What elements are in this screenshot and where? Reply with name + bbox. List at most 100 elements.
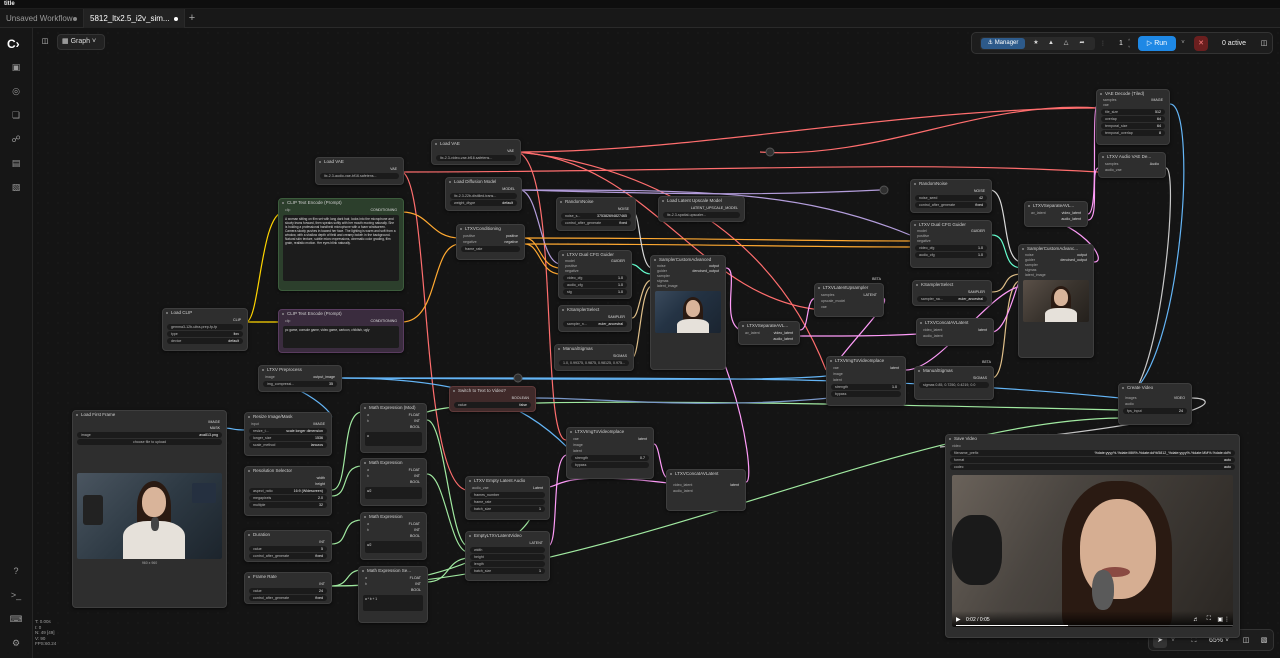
strength-widget[interactable]: strength 0.7 [571, 455, 649, 461]
video-seek-bar[interactable] [956, 625, 1233, 626]
node-load-clip[interactable]: Load CLIP CLIP gemma3-12b-ultra-prep-fp-… [162, 308, 248, 351]
unet-name-select[interactable]: ltx-2.3-22b-distilled-trans... [450, 193, 517, 199]
right-panel-toggle-icon[interactable]: ◫ [1258, 36, 1270, 51]
expression-input[interactable]: a/2 [365, 487, 422, 499]
flask-icon[interactable]: ▲ [1045, 38, 1057, 49]
expression-input[interactable]: a/2 [365, 541, 422, 553]
graph-mode-dropdown[interactable]: ▦ Graph ˅ [57, 34, 105, 50]
node-math-expression[interactable]: Math Expression (Mod) a FLOAT b INT BOOL a [360, 403, 427, 453]
link-visibility-icon[interactable]: ▧ [1257, 634, 1271, 648]
clip-device-select[interactable]: device default [167, 338, 243, 344]
new-tab-button[interactable]: + [185, 9, 199, 28]
boolean-toggle[interactable]: value false [454, 402, 531, 408]
scale-method-select[interactable]: scale_method lanczos [249, 442, 327, 448]
run-options-chevron-icon[interactable]: ˅ [1178, 36, 1188, 51]
node-separate-av-latent-2[interactable]: LTXVSeparateAVL... av_latent video_latent… [1024, 201, 1088, 227]
nodes-library-icon[interactable]: ❏ [9, 108, 23, 122]
models-icon[interactable]: ◎ [9, 84, 23, 98]
node-empty-ltxv-latent-video[interactable]: EmptyLTXVLatentVideo LATENT width height… [465, 531, 550, 581]
node-concat-av-latent-2[interactable]: LTXVConcatAVLatent video_latent latent au… [916, 318, 994, 346]
noise-seed-widget[interactable]: noise_s... 375382694827465 [561, 213, 631, 219]
vae-name-select[interactable]: ltx-2.3-audio-vae-bf16.safetens... [320, 173, 399, 179]
weight-dtype-select[interactable]: weight_dtype default [450, 200, 517, 206]
flask-off-icon[interactable]: △ [1060, 38, 1072, 49]
keyboard-icon[interactable]: ⌨ [9, 612, 23, 626]
node-dual-cfg-guider-2[interactable]: LTXV Dual CFG Guider model GUIDER positiv… [910, 220, 992, 268]
images-icon[interactable]: ▣ [9, 60, 23, 74]
node-math-expression[interactable]: Math Expression Se... a FLOAT b INT BOOL a… [358, 566, 428, 623]
expression-input[interactable]: a * b + 1 [363, 595, 423, 611]
comfy-logo-icon[interactable]: C› [7, 37, 27, 51]
node-load-image[interactable]: Load First Frame IMAGE MASK image ava813.… [72, 410, 227, 608]
img-compression-widget[interactable]: img_compressi... 35 [263, 381, 337, 387]
control-after-generate-select[interactable]: control_after_generate fixed [561, 220, 631, 226]
settings-gear-icon[interactable]: ⚙ [9, 636, 23, 650]
megapixels-widget[interactable]: megapixels 2.0 [249, 495, 327, 501]
bypass-toggle[interactable]: bypass [571, 462, 649, 468]
workflows-icon[interactable]: ☍ [9, 132, 23, 146]
video-cfg-widget[interactable]: video_cfg 1.0 [915, 245, 987, 251]
cancel-run-button[interactable]: ✕ [1194, 36, 1208, 51]
node-img-to-video-inplace-2[interactable]: LTXVImgToVideoInplace vae latent image la… [826, 356, 906, 406]
node-clip-text-encode-positive[interactable]: CLIP Text Encode (Prompt) clip CONDITIONI… [278, 198, 404, 291]
expression-input[interactable]: a [365, 432, 422, 446]
tile-size-widget[interactable]: tile_size 512 [1101, 109, 1165, 115]
minimap-icon[interactable]: ◫ [1239, 634, 1253, 648]
upscale-model-select[interactable]: ltx-2.3-spatial-upscaler... [663, 212, 740, 218]
node-img-to-video-inplace[interactable]: LTXVImgToVideoInplace vae latent image la… [566, 427, 654, 479]
longer-size-widget[interactable]: longer_size 1536 [249, 435, 327, 441]
sigmas-input[interactable]: sigmas 0.85, 0.7250, 0.4219, 0.0 [919, 382, 989, 388]
queue-count-input[interactable]: 1 [1114, 37, 1128, 50]
height-widget[interactable]: height [470, 554, 545, 560]
node-frame-rate[interactable]: Frame Rate INT value 24 control_after_gen… [244, 572, 332, 604]
run-button[interactable]: ▷ Run [1138, 36, 1176, 51]
frame-rate-widget[interactable]: frame_rate [461, 246, 520, 252]
node-random-noise-2[interactable]: RandomNoise NOISE noise_seed 42 control_a… [910, 179, 992, 213]
manager-button[interactable]: ⚓ Manager [981, 38, 1025, 49]
more-options-icon[interactable]: ⋮ [1224, 616, 1230, 623]
batch-size-widget[interactable]: batch_size 1 [470, 506, 545, 512]
fps-input-widget[interactable]: fps_input 24 [1123, 408, 1187, 414]
width-widget[interactable]: width [470, 547, 545, 553]
node-random-noise[interactable]: RandomNoise NOISE noise_s... 37538269482… [556, 197, 636, 231]
clip-name-select[interactable]: gemma3-12b-ultra-prep-fp-fp [167, 324, 243, 330]
node-ksampler-select-2[interactable]: KSamplerSelect SAMPLER sampler_na... eule… [912, 280, 992, 306]
multiple-widget[interactable]: multiple 32 [249, 502, 327, 508]
prompt-textarea[interactable]: pc game, console game, video game, carto… [283, 326, 399, 348]
panel-toggle-icon[interactable]: ◫ [37, 35, 53, 51]
node-save-video[interactable]: Save Video video filename_prefix %date:yy… [945, 434, 1240, 638]
node-dual-cfg-guider[interactable]: LTXV Dual CFG Guider model GUIDER positiv… [558, 250, 632, 299]
node-latent-upsampler[interactable]: LTXVLatentUpsampler BETA samples LATENT u… [814, 277, 884, 317]
upload-button[interactable]: choose file to upload [77, 439, 222, 445]
noise-seed-widget[interactable]: noise_seed 42 [915, 195, 987, 201]
sigmas-input[interactable]: 1.0, 0.99375, 0.9875, 0.98125, 0.975... [559, 360, 629, 366]
audio-cfg-widget[interactable]: audio_cfg 1.0 [563, 282, 627, 288]
fps-value-widget[interactable]: value 24 [249, 588, 327, 594]
pip-icon[interactable]: ▣ [1217, 616, 1223, 623]
node-load-diffusion-model[interactable]: Load Diffusion Model MODEL ltx-2.3-22b-d… [445, 177, 522, 211]
audio-cfg-widget[interactable]: audio_cfg 1.0 [915, 252, 987, 258]
node-concat-av-latent[interactable]: LTXVConcatAVLatent video_latent latent au… [666, 469, 746, 511]
node-vae-decode-tiled[interactable]: VAE Decode (Tiled) samples IMAGE vae tile… [1096, 89, 1170, 145]
frame-rate-widget[interactable]: frame_rate [470, 499, 545, 505]
image-select[interactable]: image ava813.png [77, 432, 222, 438]
node-clip-text-encode-negative[interactable]: CLIP Text Encode (Prompt) clip CONDITIONI… [278, 309, 404, 353]
duration-value-widget[interactable]: value 5 [249, 546, 327, 552]
temporal-overlap-widget[interactable]: temporal_overlap 8 [1101, 130, 1165, 136]
node-switch-text-to-video[interactable]: Switch to Text to Video? BOOLEAN value fa… [449, 386, 536, 412]
node-sampler-custom-advanced[interactable]: SamplerCustomAdvanced noise output guider… [650, 255, 726, 370]
fullscreen-icon[interactable]: ⛶ [1207, 616, 1211, 623]
frames-number-widget[interactable]: frames_number [470, 492, 545, 498]
resize-type-select[interactable]: resize_t... scale longer dimension [249, 428, 327, 434]
templates-icon[interactable]: ▤ [9, 156, 23, 170]
node-separate-av-latent[interactable]: LTXVSeparateAVL... av_latent video_latent… [738, 321, 800, 345]
terminal-icon[interactable]: >_ [9, 588, 23, 602]
star-icon[interactable]: ★ [1030, 38, 1042, 49]
node-ksampler-select[interactable]: KSamplerSelect SAMPLER sampler_n... euler… [558, 305, 632, 332]
share-icon[interactable]: ➦ [1076, 38, 1088, 49]
node-math-expression[interactable]: Math Expression a FLOAT b INT BOOL a/2 [360, 512, 427, 560]
node-resize-image-mask[interactable]: Resize Image/Mask input IMAGE resize_t...… [244, 412, 332, 456]
node-sampler-custom-advanced-2[interactable]: SamplerCustomAdvanc... noise output guide… [1018, 244, 1094, 358]
node-resolution-selector[interactable]: Resolution Selector width height aspect_… [244, 466, 332, 516]
help-icon[interactable]: ? [9, 564, 23, 578]
